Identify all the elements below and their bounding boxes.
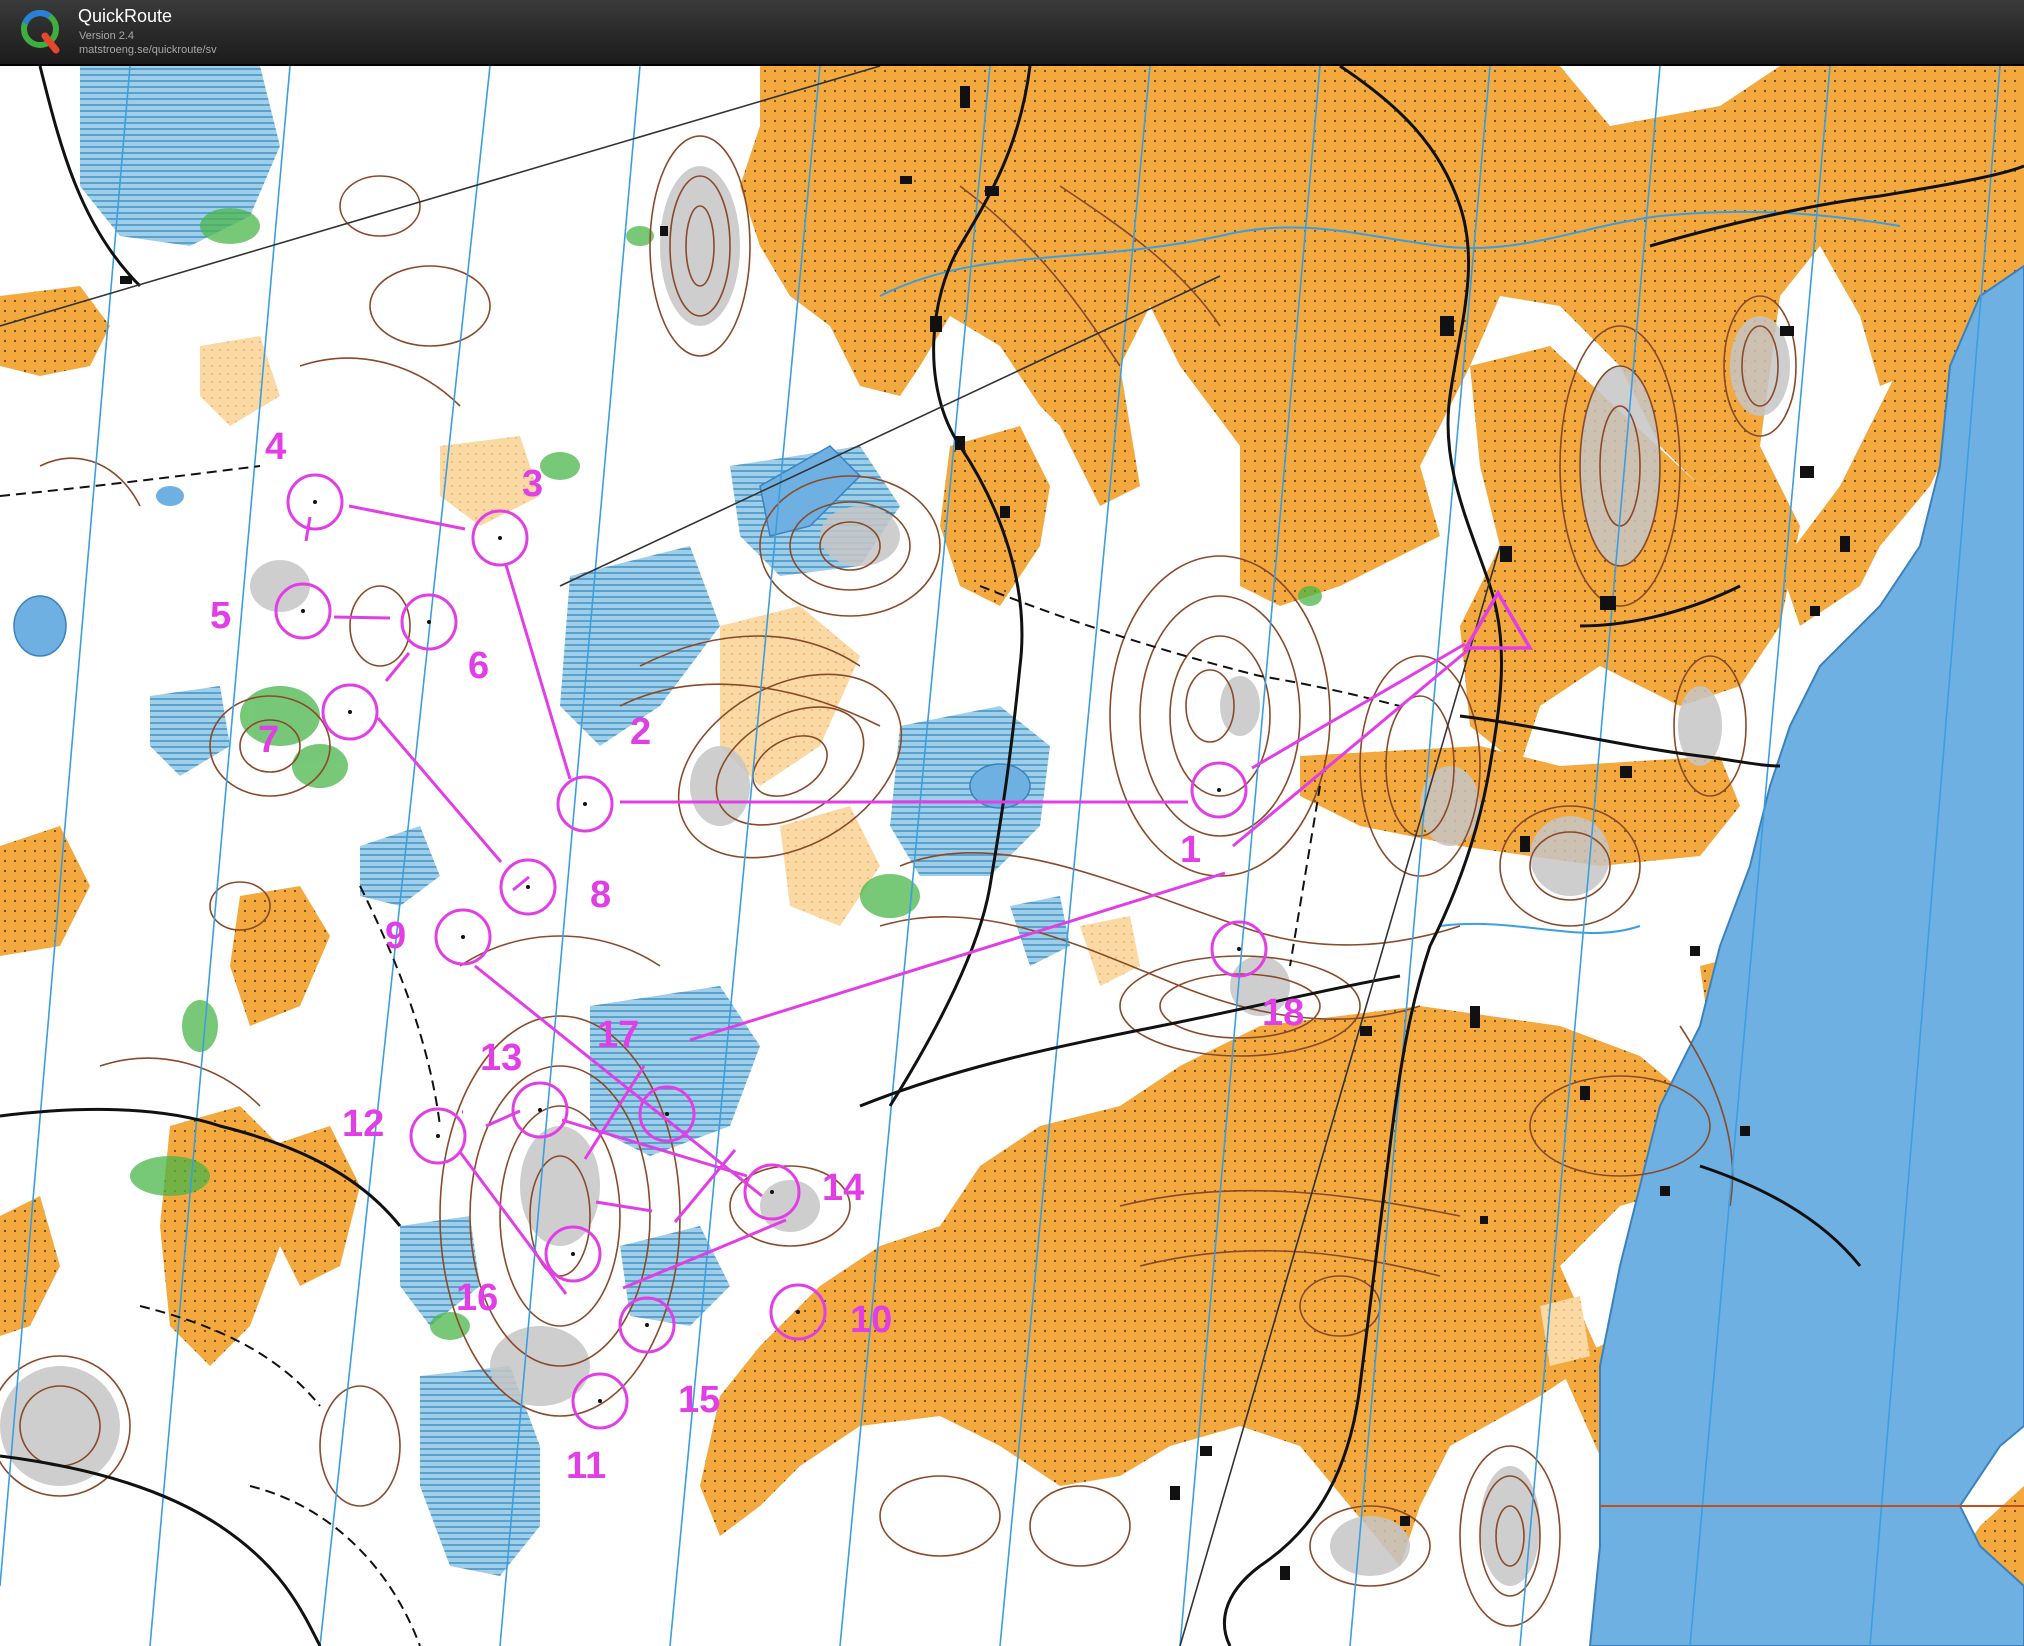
- control-number-16: 16: [456, 1277, 498, 1319]
- control-number-1: 1: [1180, 829, 1201, 871]
- control-number-9: 9: [385, 915, 406, 957]
- control-number-18: 18: [1262, 992, 1304, 1034]
- control-number-12: 12: [342, 1103, 384, 1145]
- quickroute-q-logo-icon: [21, 10, 60, 54]
- control-number-17: 17: [597, 1014, 639, 1056]
- app-url[interactable]: matstroeng.se/quickroute/sv: [79, 44, 217, 56]
- control-number-5: 5: [210, 595, 231, 637]
- control-number-13: 13: [480, 1037, 522, 1079]
- control-number-4: 4: [265, 426, 286, 468]
- control-number-11: 11: [566, 1445, 606, 1487]
- control-number-2: 2: [630, 711, 651, 753]
- control-number-14: 14: [822, 1167, 864, 1209]
- map-view[interactable]: 1 2 3 4 5 6 7 8 9 10 11 12 13 14 15 16 1…: [0, 66, 2024, 1646]
- control-number-6: 6: [468, 645, 489, 687]
- control-number-8: 8: [590, 874, 611, 916]
- control-number-7: 7: [258, 719, 279, 761]
- control-number-15: 15: [678, 1379, 720, 1421]
- orienteering-map[interactable]: 1 2 3 4 5 6 7 8 9 10 11 12 13 14 15 16 1…: [0, 66, 2024, 1646]
- control-number-3: 3: [522, 463, 543, 505]
- app-version: Version 2.4: [79, 30, 135, 42]
- title-bar: QuickRoute Version 2.4 matstroeng.se/qui…: [0, 0, 2024, 66]
- control-number-10: 10: [850, 1299, 892, 1341]
- app-title: QuickRoute: [78, 6, 173, 26]
